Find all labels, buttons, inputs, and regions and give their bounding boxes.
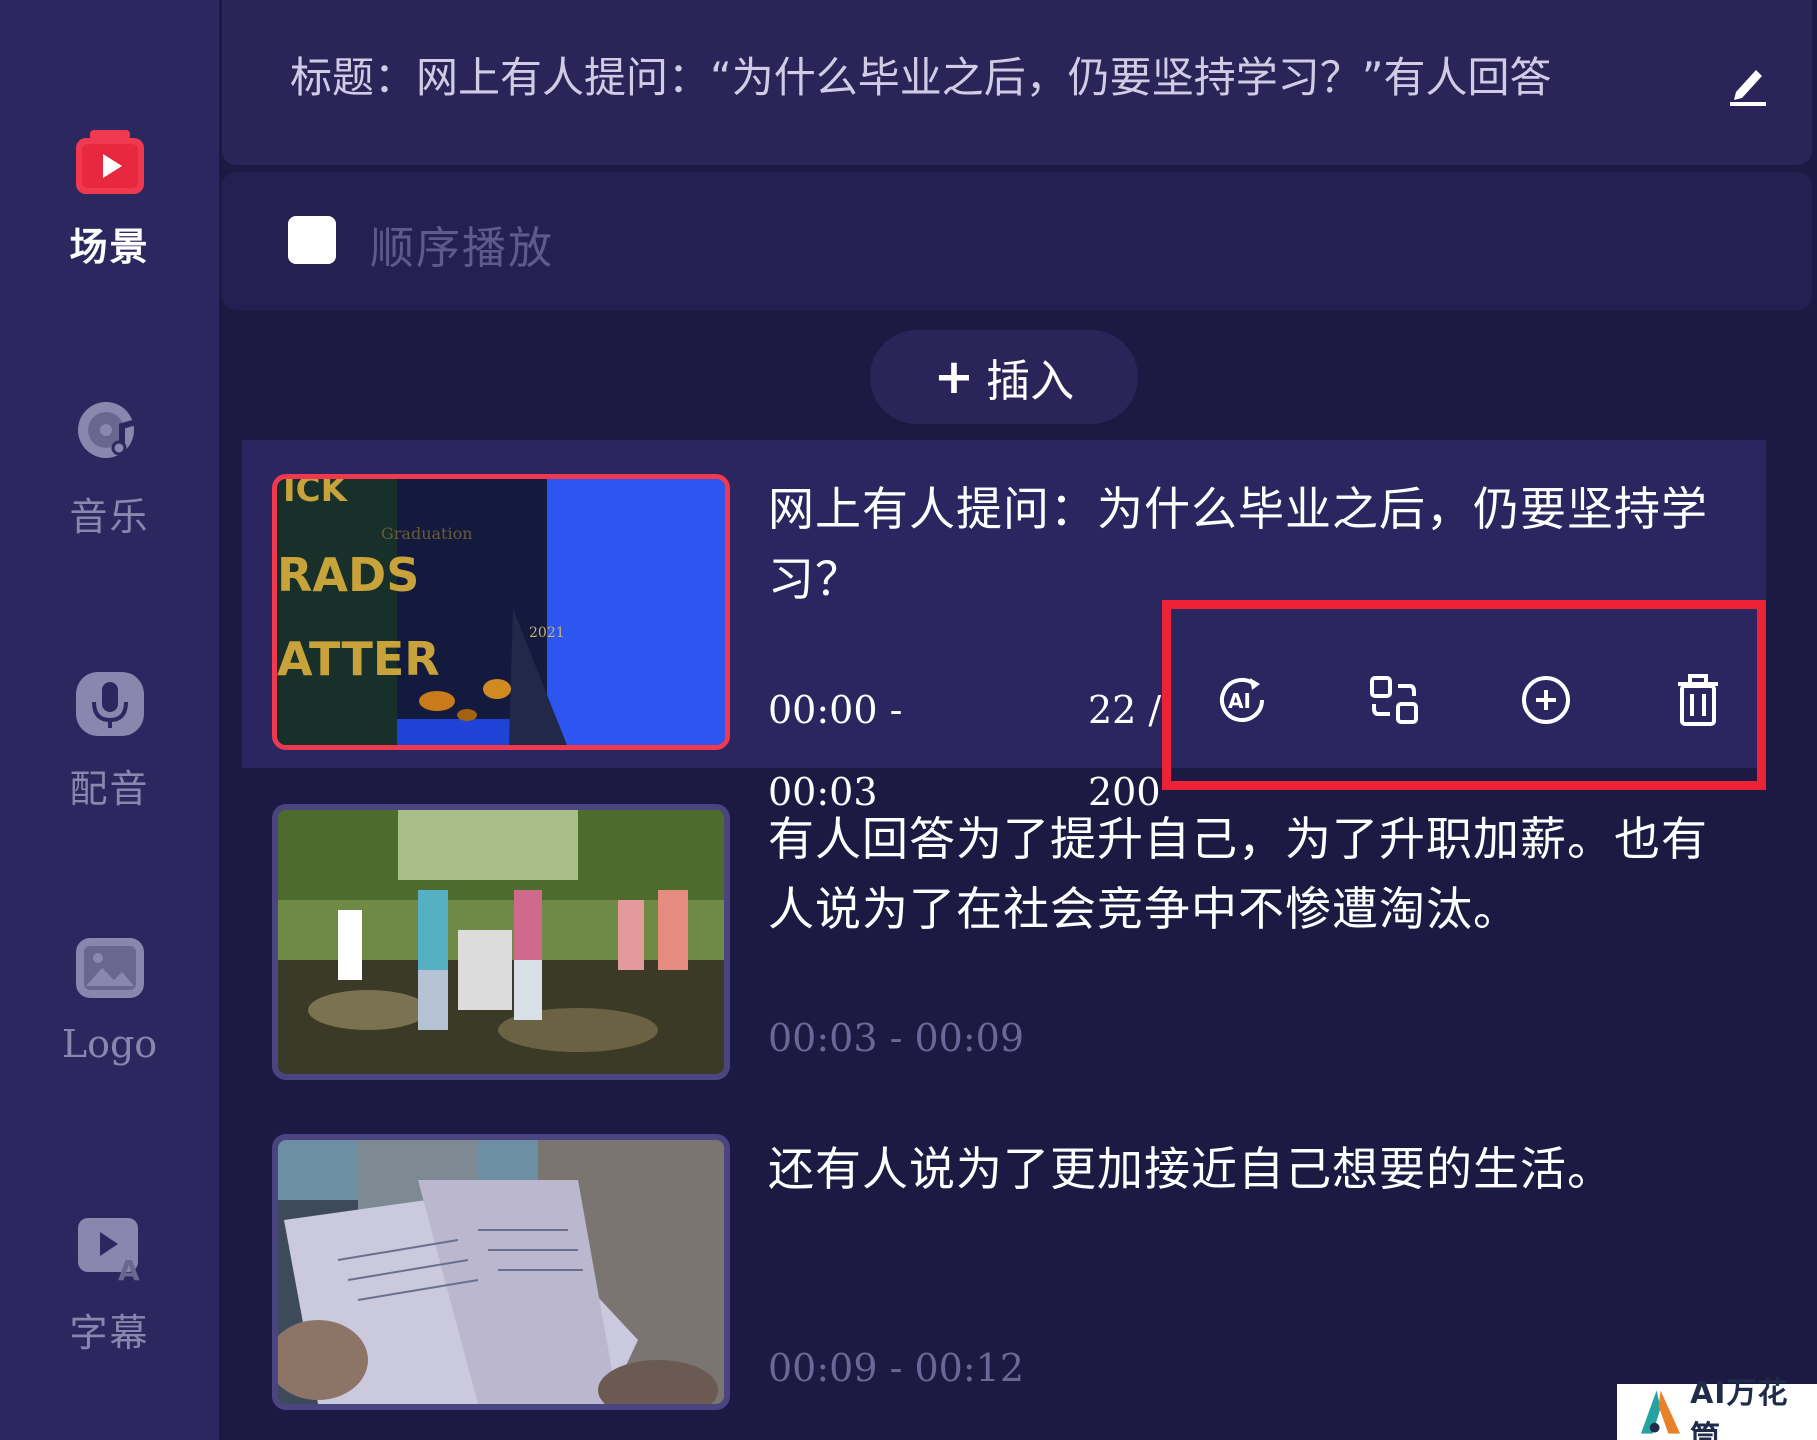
sidebar-item-label: 音乐	[69, 495, 150, 539]
char-count: 22 /	[1088, 688, 1162, 732]
sequential-play-checkbox[interactable]	[288, 216, 336, 264]
scene-caption[interactable]: 有人回答为了提升自己，为了升职加薪。也有人说为了在社会竞争中不惨遭淘汰。	[768, 804, 1708, 944]
scene-thumbnail[interactable]: ICK RADS ATTER Graduation 2021	[272, 474, 730, 750]
pencil-icon	[1730, 70, 1766, 106]
reading-letter-image	[278, 1140, 724, 1404]
scene-time-range: 00:09 - 00:12	[768, 1346, 1025, 1390]
sidebar-item-subtitle[interactable]: A 字幕	[0, 1208, 219, 1357]
music-disc-icon	[70, 392, 150, 472]
svg-text:2021: 2021	[529, 625, 565, 641]
sidebar-item-music[interactable]: 音乐	[0, 392, 219, 541]
graduation-stole-image: ICK RADS ATTER Graduation 2021	[277, 479, 725, 745]
insert-scene-button[interactable]: + 插入	[870, 330, 1138, 424]
ai-rewrite-button[interactable]: AI	[1211, 669, 1273, 731]
watermark-logo-icon	[1640, 1390, 1681, 1434]
scene-action-toolbar: AI	[1162, 600, 1766, 790]
sidebar-item-voice[interactable]: 配音	[0, 664, 219, 813]
sidebar-item-scene[interactable]: 场景	[0, 122, 219, 271]
sidebar-item-label: 字幕	[69, 1311, 150, 1355]
sidebar: 场景 音乐 配音 Logo A 字幕	[0, 0, 219, 1440]
add-scene-button[interactable]	[1515, 669, 1577, 731]
microphone-icon	[70, 664, 150, 744]
ai-icon: AI	[1220, 678, 1264, 722]
svg-text:A: A	[118, 1254, 140, 1284]
sequential-play-label: 顺序播放	[370, 223, 554, 274]
sidebar-item-logo[interactable]: Logo	[0, 928, 219, 1066]
image-icon	[70, 928, 150, 1008]
sequential-play-row: 顺序播放	[222, 172, 1812, 310]
svg-text:Graduation: Graduation	[381, 524, 473, 543]
svg-text:ATTER: ATTER	[277, 632, 440, 686]
scene-caption[interactable]: 还有人说为了更加接近自己想要的生活。	[768, 1134, 1708, 1204]
insert-label: 插入	[986, 356, 1075, 407]
svg-text:AI: AI	[1228, 689, 1251, 713]
scene-time-range: 00:03 - 00:09	[768, 1016, 1025, 1060]
video-title[interactable]: 标题：网上有人提问：“为什么毕业之后，仍要坚持学习？”有人回答	[290, 48, 1688, 108]
svg-text:ICK: ICK	[283, 479, 349, 510]
plus-circle-icon	[1522, 676, 1570, 724]
scene-time-start: 00:00 -	[768, 688, 903, 732]
swap-icon	[1370, 676, 1418, 724]
scene-caption[interactable]: 网上有人提问：为什么毕业之后，仍要坚持学习？	[768, 474, 1708, 614]
watermark-text: AI万花筒	[1690, 1376, 1789, 1440]
edit-title-button[interactable]	[1722, 56, 1774, 108]
title-bar: 标题：网上有人提问：“为什么毕业之后，仍要坚持学习？”有人回答	[222, 0, 1812, 165]
sidebar-item-label: 场景	[69, 225, 150, 269]
subtitle-icon: A	[70, 1208, 150, 1288]
sidebar-item-label: 配音	[69, 767, 150, 811]
scene-icon	[70, 122, 150, 202]
scene-thumbnail[interactable]	[272, 1134, 730, 1410]
river-cleanup-image	[278, 810, 724, 1074]
sidebar-item-label: Logo	[61, 1022, 158, 1066]
watermark: AI万花筒	[1617, 1376, 1817, 1440]
scene-thumbnail[interactable]	[272, 804, 730, 1080]
svg-text:RADS: RADS	[277, 548, 419, 602]
trash-icon	[1678, 674, 1718, 726]
replace-media-button[interactable]	[1363, 669, 1425, 731]
delete-scene-button[interactable]	[1667, 669, 1729, 731]
plus-icon: +	[933, 349, 975, 405]
